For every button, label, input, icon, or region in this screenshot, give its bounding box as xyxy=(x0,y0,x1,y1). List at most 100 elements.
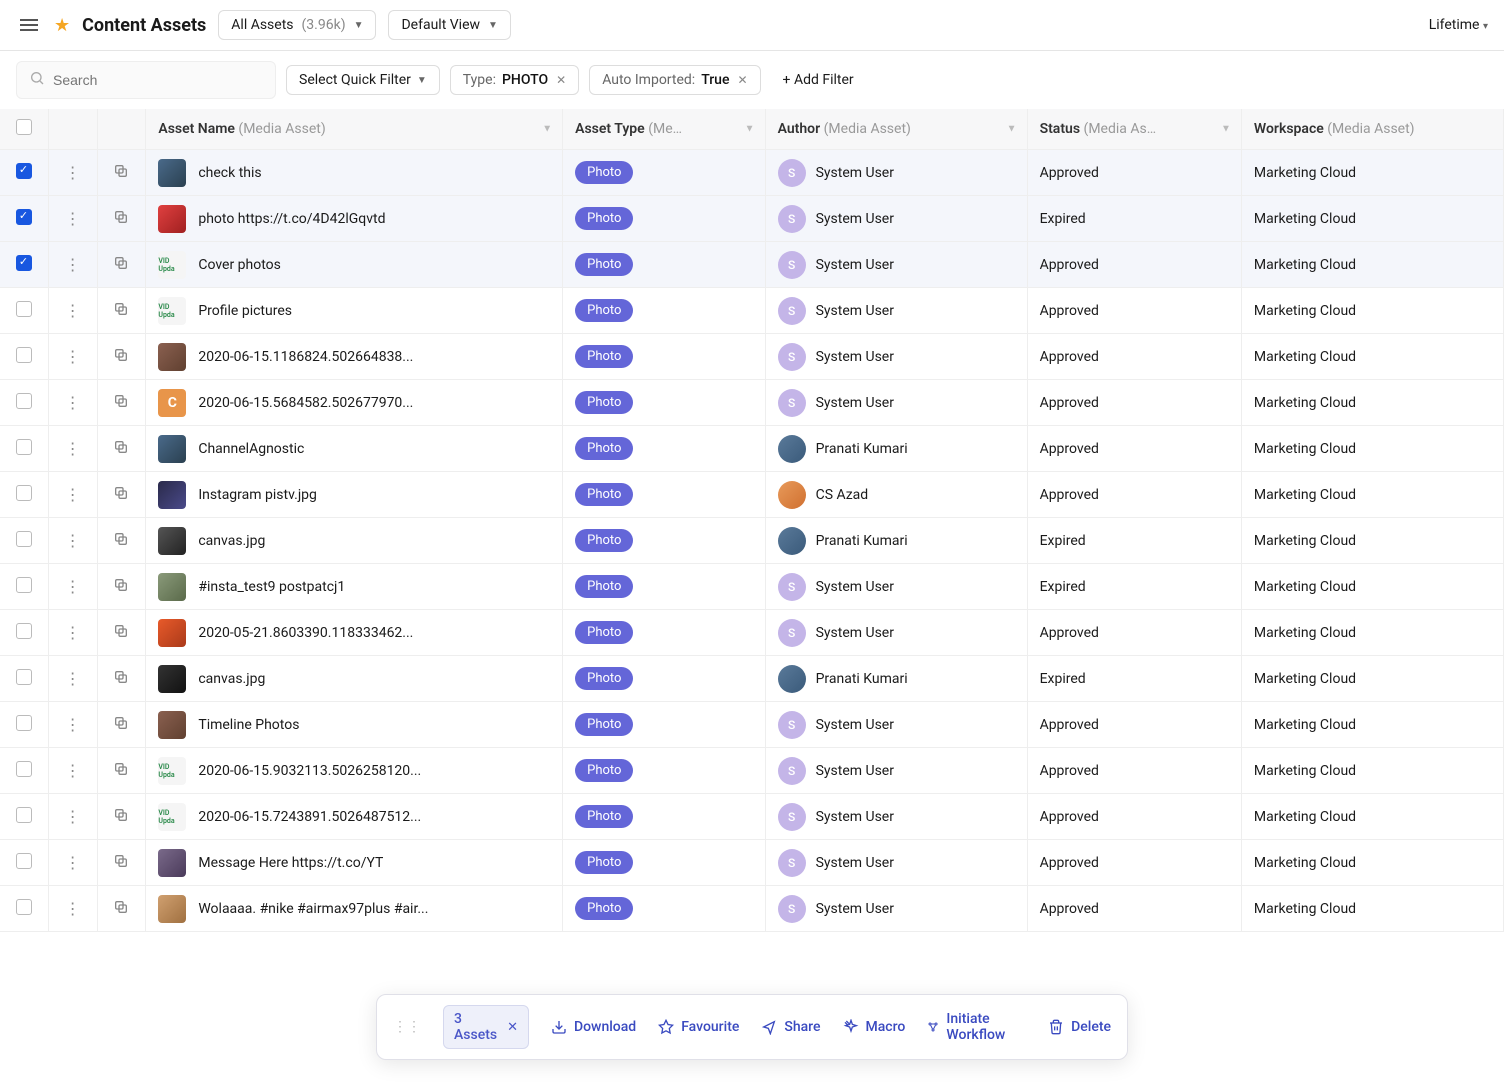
row-checkbox[interactable] xyxy=(16,807,32,823)
table-row[interactable]: ⋮VID Upda2020-06-15.7243891.5026487512..… xyxy=(0,794,1504,840)
table-row[interactable]: ⋮VID UpdaCover photosPhotoSSystem UserAp… xyxy=(0,242,1504,288)
share-button[interactable]: Share xyxy=(761,1019,820,1035)
row-checkbox[interactable] xyxy=(16,485,32,501)
row-checkbox[interactable] xyxy=(16,439,32,455)
row-checkbox[interactable] xyxy=(16,347,32,363)
column-author[interactable]: Author (Media Asset) ▼ xyxy=(765,109,1027,150)
asset-type-pill: Photo xyxy=(575,851,633,874)
favourite-button[interactable]: Favourite xyxy=(658,1019,739,1035)
row-menu-icon[interactable]: ⋮ xyxy=(65,485,81,504)
row-menu-icon[interactable]: ⋮ xyxy=(65,853,81,872)
copy-icon[interactable] xyxy=(113,623,129,643)
row-checkbox[interactable] xyxy=(16,209,32,225)
author-name: Pranati Kumari xyxy=(816,441,908,457)
close-icon[interactable]: ✕ xyxy=(556,73,566,87)
copy-icon[interactable] xyxy=(113,347,129,367)
copy-icon[interactable] xyxy=(113,439,129,459)
table-row[interactable]: ⋮VID Upda2020-06-15.9032113.5026258120..… xyxy=(0,748,1504,794)
row-menu-icon[interactable]: ⋮ xyxy=(65,393,81,412)
row-menu-icon[interactable]: ⋮ xyxy=(65,899,81,918)
download-button[interactable]: Download xyxy=(551,1019,636,1035)
table-row[interactable]: ⋮Message Here https://t.co/YTPhotoSSyste… xyxy=(0,840,1504,886)
row-menu-icon[interactable]: ⋮ xyxy=(65,807,81,826)
column-status[interactable]: Status (Media As… ▼ xyxy=(1027,109,1241,150)
row-menu-icon[interactable]: ⋮ xyxy=(65,163,81,182)
copy-icon[interactable] xyxy=(113,485,129,505)
table-row[interactable]: ⋮#insta_test9 postpatcj1PhotoSSystem Use… xyxy=(0,564,1504,610)
row-menu-icon[interactable]: ⋮ xyxy=(65,715,81,734)
row-checkbox[interactable] xyxy=(16,531,32,547)
row-menu-icon[interactable]: ⋮ xyxy=(65,623,81,642)
copy-icon[interactable] xyxy=(113,209,129,229)
row-menu-icon[interactable]: ⋮ xyxy=(65,577,81,596)
delete-button[interactable]: Delete xyxy=(1048,1019,1111,1035)
row-checkbox[interactable] xyxy=(16,255,32,271)
copy-icon[interactable] xyxy=(113,899,129,919)
row-menu-icon[interactable]: ⋮ xyxy=(65,669,81,688)
initiate-workflow-button[interactable]: Initiate Workflow xyxy=(927,1011,1026,1043)
lifetime-dropdown[interactable]: Lifetime ▾ xyxy=(1429,17,1488,33)
column-workspace[interactable]: Workspace (Media Asset) xyxy=(1241,109,1503,150)
row-menu-icon[interactable]: ⋮ xyxy=(65,439,81,458)
row-menu-icon[interactable]: ⋮ xyxy=(65,347,81,366)
table-row[interactable]: ⋮canvas.jpgPhotoPranati KumariExpiredMar… xyxy=(0,518,1504,564)
copy-icon[interactable] xyxy=(113,807,129,827)
row-menu-icon[interactable]: ⋮ xyxy=(65,301,81,320)
filter-chip-type[interactable]: Type: PHOTO ✕ xyxy=(450,65,579,95)
asset-thumbnail xyxy=(158,711,186,739)
drag-handle-icon[interactable]: ⋮⋮ xyxy=(393,1019,421,1035)
copy-icon[interactable] xyxy=(113,577,129,597)
macro-button[interactable]: Macro xyxy=(843,1019,906,1035)
row-checkbox[interactable] xyxy=(16,669,32,685)
row-checkbox[interactable] xyxy=(16,301,32,317)
table-row[interactable]: ⋮check thisPhotoSSystem UserApprovedMark… xyxy=(0,150,1504,196)
table-row[interactable]: ⋮C2020-06-15.5684582.502677970...PhotoSS… xyxy=(0,380,1504,426)
copy-icon[interactable] xyxy=(113,761,129,781)
column-asset-type[interactable]: Asset Type (Me… ▼ xyxy=(563,109,765,150)
table-row[interactable]: ⋮Timeline PhotosPhotoSSystem UserApprove… xyxy=(0,702,1504,748)
copy-icon[interactable] xyxy=(113,715,129,735)
row-checkbox[interactable] xyxy=(16,393,32,409)
copy-icon[interactable] xyxy=(113,163,129,183)
copy-icon[interactable] xyxy=(113,301,129,321)
row-checkbox[interactable] xyxy=(16,715,32,731)
view-dropdown[interactable]: Default View ▼ xyxy=(388,10,510,40)
table-row[interactable]: ⋮canvas.jpgPhotoPranati KumariExpiredMar… xyxy=(0,656,1504,702)
close-icon[interactable]: ✕ xyxy=(507,1020,518,1035)
column-asset-name[interactable]: Asset Name (Media Asset) ▼ xyxy=(146,109,563,150)
table-row[interactable]: ⋮2020-05-21.8603390.118333462...PhotoSSy… xyxy=(0,610,1504,656)
row-checkbox[interactable] xyxy=(16,577,32,593)
table-row[interactable]: ⋮2020-06-15.1186824.502664838...PhotoSSy… xyxy=(0,334,1504,380)
row-menu-icon[interactable]: ⋮ xyxy=(65,761,81,780)
copy-icon[interactable] xyxy=(113,393,129,413)
quick-filter-dropdown[interactable]: Select Quick Filter ▼ xyxy=(286,65,440,95)
all-assets-dropdown[interactable]: All Assets (3.96k) ▼ xyxy=(218,10,376,40)
row-checkbox[interactable] xyxy=(16,853,32,869)
table-row[interactable]: ⋮photo https://t.co/4D42lGqvtdPhotoSSyst… xyxy=(0,196,1504,242)
close-icon[interactable]: ✕ xyxy=(737,73,747,87)
row-menu-icon[interactable]: ⋮ xyxy=(65,531,81,550)
hamburger-menu-icon[interactable] xyxy=(16,15,42,35)
table-row[interactable]: ⋮Wolaaaa. #nike #airmax97plus #air...Pho… xyxy=(0,886,1504,932)
table-row[interactable]: ⋮Instagram pistv.jpgPhotoCS AzadApproved… xyxy=(0,472,1504,518)
row-checkbox[interactable] xyxy=(16,761,32,777)
author-name: System User xyxy=(816,395,894,411)
add-filter-button[interactable]: + Add Filter xyxy=(771,66,866,94)
table-row[interactable]: ⋮VID UpdaProfile picturesPhotoSSystem Us… xyxy=(0,288,1504,334)
search-box[interactable] xyxy=(16,61,276,99)
copy-icon[interactable] xyxy=(113,255,129,275)
row-checkbox[interactable] xyxy=(16,899,32,915)
row-checkbox[interactable] xyxy=(16,623,32,639)
copy-icon[interactable] xyxy=(113,853,129,873)
row-menu-icon[interactable]: ⋮ xyxy=(65,255,81,274)
row-checkbox[interactable] xyxy=(16,163,32,179)
row-menu-icon[interactable]: ⋮ xyxy=(65,209,81,228)
copy-icon[interactable] xyxy=(113,669,129,689)
table-row[interactable]: ⋮ChannelAgnosticPhotoPranati KumariAppro… xyxy=(0,426,1504,472)
copy-icon[interactable] xyxy=(113,531,129,551)
filter-chip-auto-imported[interactable]: Auto Imported: True ✕ xyxy=(589,65,760,95)
star-icon[interactable]: ★ xyxy=(54,15,70,36)
author-avatar: S xyxy=(778,205,806,233)
select-all-checkbox[interactable] xyxy=(16,119,32,135)
search-input[interactable] xyxy=(53,72,263,88)
